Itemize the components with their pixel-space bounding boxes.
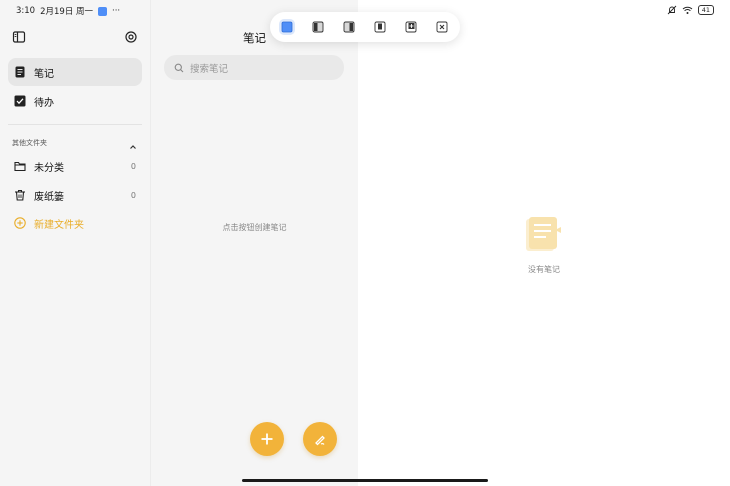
floating-window-icon — [405, 21, 417, 33]
note-list-pane: 笔记 搜索笔记 点击按钮创建笔记 — [151, 0, 358, 486]
slide-over-button[interactable] — [372, 19, 388, 35]
chevron-up-icon[interactable] — [128, 137, 138, 149]
checkbox-checked-icon — [14, 95, 26, 107]
new-folder-button[interactable]: 新建文件夹 — [8, 209, 142, 237]
home-indicator[interactable] — [242, 479, 488, 482]
empty-list-hint: 点击按钮创建笔记 — [222, 223, 287, 232]
trash-icon — [14, 189, 26, 201]
window-mode-toolbar — [270, 12, 460, 42]
folder-label: 未分类 — [34, 162, 64, 174]
app-notification-icon — [98, 6, 108, 16]
folder-item-trash[interactable]: 废纸篓 0 — [8, 181, 142, 209]
status-bar-right: 41 — [667, 5, 714, 15]
battery-indicator: 41 — [697, 5, 714, 15]
search-placeholder: 搜索笔记 — [190, 63, 229, 75]
sidebar-toggle-icon[interactable] — [12, 29, 26, 43]
sidebar-item-label: 待办 — [34, 97, 54, 109]
plus-icon — [261, 433, 273, 445]
new-folder-label: 新建文件夹 — [34, 219, 84, 231]
folder-item-uncategorized[interactable]: 未分类 0 — [8, 152, 142, 180]
folder-icon — [14, 160, 26, 172]
fullscreen-window-icon — [281, 21, 293, 33]
add-circle-icon — [14, 217, 26, 229]
split-left-button[interactable] — [310, 19, 326, 35]
note-detail-pane: 没有笔记 — [358, 0, 730, 486]
pen-icon — [315, 435, 325, 446]
floating-window-button[interactable] — [403, 19, 419, 35]
slide-over-icon — [374, 21, 386, 33]
split-left-icon — [312, 21, 324, 33]
search-input[interactable]: 搜索笔记 — [164, 55, 344, 80]
folder-count: 0 — [130, 190, 136, 200]
fullscreen-mode-button[interactable] — [279, 19, 295, 35]
status-date: 2月19日 周一 — [40, 7, 94, 17]
status-more: ··· — [112, 6, 121, 16]
status-time: 3:10 — [16, 6, 36, 16]
wifi-icon — [682, 6, 693, 14]
sidebar-item-label: 笔记 — [34, 68, 54, 80]
sidebar-item-notes[interactable]: 笔记 — [8, 58, 142, 86]
other-folders-label: 其他文件夹 — [12, 139, 47, 147]
folder-count: 0 — [130, 161, 136, 171]
notes-app-screen: 笔记 待办 其他文件夹 未分类 0 废纸篓 0 新建文件夹 笔记 搜索笔记 点击… — [0, 0, 730, 486]
sidebar: 笔记 待办 其他文件夹 未分类 0 废纸篓 0 新建文件夹 — [0, 0, 151, 486]
status-bar-left: 3:10 2月19日 周一 ··· — [16, 5, 120, 17]
close-icon — [436, 21, 448, 33]
add-note-button[interactable] — [250, 422, 284, 456]
split-right-icon — [343, 21, 355, 33]
mute-bell-icon — [667, 5, 677, 15]
handwriting-note-button[interactable] — [303, 422, 337, 456]
empty-note-illustration-icon — [526, 217, 561, 251]
search-icon — [174, 63, 184, 73]
split-right-button[interactable] — [341, 19, 357, 35]
empty-detail-text: 没有笔记 — [528, 265, 560, 274]
sidebar-divider — [8, 124, 142, 125]
settings-gear-icon[interactable] — [124, 29, 138, 43]
close-window-button[interactable] — [434, 19, 450, 35]
note-icon — [14, 66, 26, 78]
sidebar-item-todo[interactable]: 待办 — [8, 87, 142, 115]
folder-label: 废纸篓 — [34, 191, 64, 203]
